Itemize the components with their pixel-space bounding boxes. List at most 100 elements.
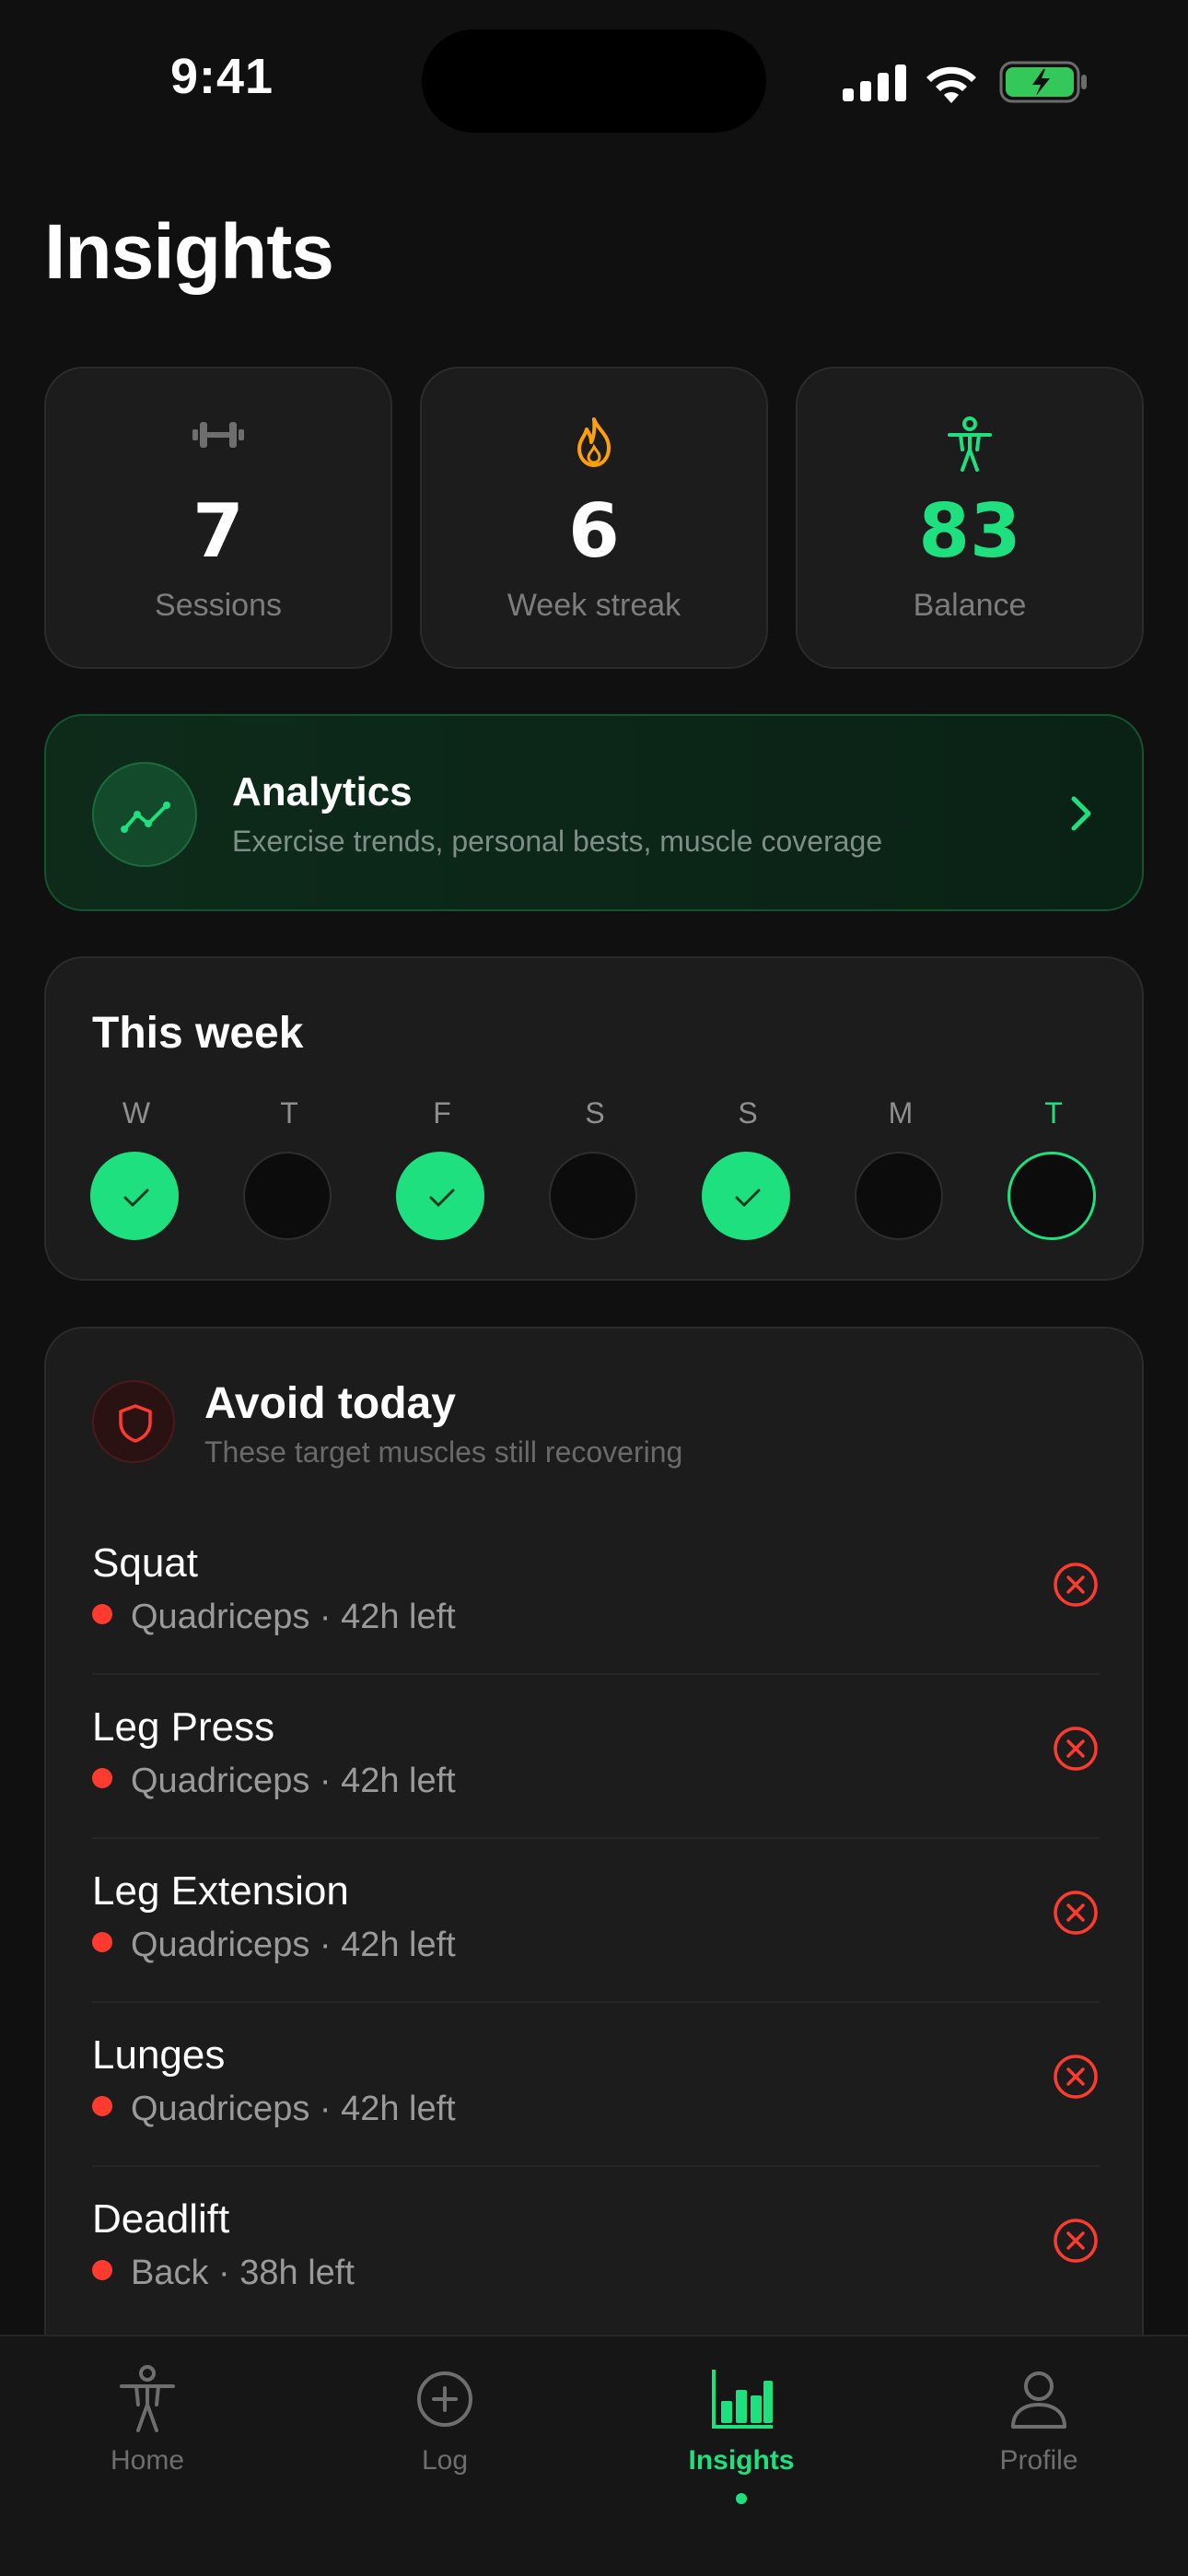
week-title: This week — [92, 1009, 304, 1058]
tab-home[interactable]: Home — [37, 2364, 258, 2476]
exercise-detail: Quadriceps · 42h left — [92, 1598, 456, 1637]
stat-card-week-streak[interactable]: 6 Week streak — [420, 367, 768, 669]
exercise-detail-text: Quadriceps · 42h left — [131, 2090, 456, 2128]
day-letter: S — [738, 1096, 758, 1130]
remove-circle-icon[interactable] — [1052, 1889, 1100, 1937]
stat-value: 6 — [568, 488, 620, 574]
this-week-card: This week W T F S S M T — [44, 956, 1144, 1281]
exercise-name: Lunges — [92, 2032, 226, 2078]
status-dot — [92, 1768, 112, 1788]
exercise-name: Leg Press — [92, 1704, 275, 1750]
remove-circle-icon[interactable] — [1052, 2217, 1100, 2265]
day-column: S — [549, 1096, 641, 1240]
status-dot — [92, 1932, 112, 1952]
day-circle-today[interactable] — [1007, 1152, 1096, 1240]
stats-row: 7 Sessions 6 Week streak 83 Balance — [44, 367, 1144, 669]
day-letter: F — [433, 1096, 451, 1130]
analytics-banner[interactable]: Analytics Exercise trends, personal best… — [44, 714, 1144, 911]
person-icon — [1011, 2371, 1066, 2429]
day-column: F — [396, 1096, 488, 1240]
exercise-detail: Quadriceps · 42h left — [92, 1926, 456, 1965]
exercise-detail-text: Quadriceps · 42h left — [131, 1598, 456, 1636]
tab-label: Home — [110, 2445, 185, 2476]
stat-label: Week streak — [507, 588, 681, 623]
checkmark-icon — [123, 1188, 149, 1207]
day-column: T — [243, 1096, 335, 1240]
flame-icon — [577, 417, 611, 467]
stat-value: 7 — [192, 488, 244, 574]
day-letter: M — [888, 1096, 914, 1130]
exercise-detail-text: Quadriceps · 42h left — [131, 1926, 456, 1964]
shield-icon — [119, 1404, 152, 1443]
exercise-row[interactable]: Deadlift Back · 38h left — [92, 2167, 1100, 2331]
day-letter: T — [1044, 1096, 1063, 1130]
tab-label: Profile — [999, 2445, 1078, 2476]
stat-label: Sessions — [155, 588, 282, 623]
day-column: T — [1007, 1096, 1100, 1240]
exercise-detail-text: Back · 38h left — [131, 2254, 355, 2292]
day-letter: T — [280, 1096, 298, 1130]
exercise-detail: Quadriceps · 42h left — [92, 1762, 456, 1801]
exercise-detail: Back · 38h left — [92, 2254, 355, 2293]
tab-label: Log — [421, 2445, 469, 2476]
tab-profile[interactable]: Profile — [928, 2364, 1149, 2476]
exercise-name: Deadlift — [92, 2196, 230, 2242]
status-dot — [92, 1604, 112, 1624]
day-column: S — [702, 1096, 794, 1240]
analytics-subtitle: Exercise trends, personal bests, muscle … — [232, 825, 883, 858]
checkmark-icon — [735, 1188, 761, 1207]
analytics-title: Analytics — [232, 769, 413, 814]
stat-card-sessions[interactable]: 7 Sessions — [44, 367, 392, 669]
remove-circle-icon[interactable] — [1052, 1725, 1100, 1773]
chevron-right-icon — [1071, 796, 1091, 831]
analytics-icon-badge — [92, 762, 197, 867]
tab-log[interactable]: Log — [334, 2364, 555, 2476]
body-figure-icon — [948, 416, 992, 472]
day-column: W — [90, 1096, 182, 1240]
wifi-icon — [926, 66, 976, 103]
status-bar: 9:41 — [0, 0, 1188, 157]
active-tab-indicator — [736, 2493, 747, 2504]
exercise-row[interactable]: Leg Press Quadriceps · 42h left — [92, 1675, 1100, 1839]
day-circle-empty[interactable] — [243, 1152, 332, 1240]
day-circle-done[interactable] — [702, 1152, 790, 1240]
body-figure-icon — [120, 2365, 175, 2432]
trend-line-icon — [121, 802, 170, 833]
exercise-row[interactable]: Squat Quadriceps · 42h left — [92, 1511, 1100, 1675]
status-dot — [92, 2260, 112, 2280]
tab-label: Insights — [688, 2445, 795, 2476]
exercise-detail: Quadriceps · 42h left — [92, 2090, 456, 2129]
day-circle-empty[interactable] — [549, 1152, 637, 1240]
avoid-subtitle: These target muscles still recovering — [204, 1435, 683, 1469]
remove-circle-icon[interactable] — [1052, 2053, 1100, 2101]
checkmark-icon — [429, 1188, 455, 1207]
battery-charging-icon — [999, 61, 1087, 103]
exercise-name: Leg Extension — [92, 1868, 349, 1914]
day-circle-done[interactable] — [396, 1152, 484, 1240]
stat-label: Balance — [913, 588, 1027, 623]
remove-circle-icon[interactable] — [1052, 1561, 1100, 1609]
tab-insights[interactable]: Insights — [631, 2364, 852, 2504]
day-letter: S — [585, 1096, 605, 1130]
exercise-row[interactable]: Lunges Quadriceps · 42h left — [92, 2003, 1100, 2167]
plus-circle-icon — [417, 2371, 472, 2427]
exercise-name: Squat — [92, 1540, 198, 1586]
avoid-icon-badge — [92, 1380, 175, 1463]
day-circle-empty[interactable] — [855, 1152, 943, 1240]
exercise-detail-text: Quadriceps · 42h left — [131, 1762, 456, 1800]
stat-value: 83 — [918, 488, 1021, 574]
avoid-today-card: Avoid today These target muscles still r… — [44, 1327, 1144, 2432]
day-column: M — [855, 1096, 947, 1240]
bar-chart-icon — [712, 2370, 773, 2429]
exercise-row[interactable]: Leg Extension Quadriceps · 42h left — [92, 1839, 1100, 2003]
day-letter: W — [122, 1096, 151, 1130]
status-time: 9:41 — [170, 49, 274, 104]
cellular-signal-icon — [843, 64, 906, 101]
dumbbell-icon — [192, 422, 244, 448]
dynamic-island — [422, 29, 766, 133]
avoid-title: Avoid today — [204, 1379, 456, 1428]
day-circle-done[interactable] — [90, 1152, 179, 1240]
status-dot — [92, 2096, 112, 2116]
stat-card-balance[interactable]: 83 Balance — [796, 367, 1144, 669]
page-title: Insights — [44, 208, 334, 295]
